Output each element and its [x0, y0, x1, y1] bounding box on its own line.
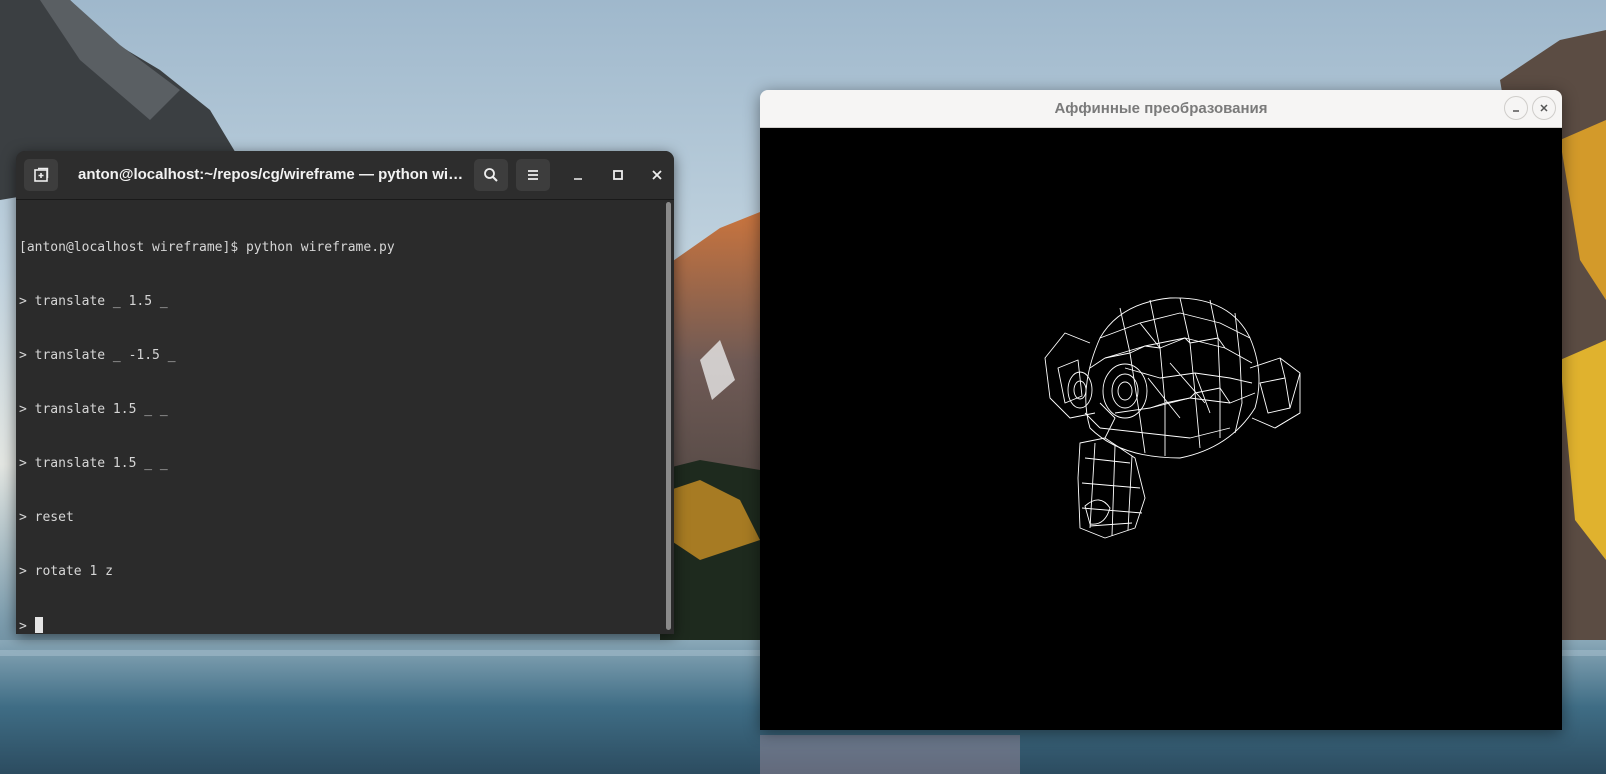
terminal-window: anton@localhost:~/repos/cg/wireframe — p… — [16, 151, 674, 634]
minimize-icon — [1513, 110, 1519, 112]
terminal-line: > rotate 1 z — [19, 564, 113, 579]
close-button[interactable] — [644, 163, 670, 187]
terminal-line: > translate _ 1.5 _ — [19, 294, 168, 309]
minimize-icon — [574, 178, 582, 180]
terminal-title: anton@localhost:~/repos/cg/wireframe — p… — [78, 166, 464, 183]
terminal-headerbar: anton@localhost:~/repos/cg/wireframe — p… — [16, 151, 674, 200]
maximize-icon — [613, 170, 623, 180]
wireframe-model — [1044, 297, 1301, 539]
terminal-line: > translate _ -1.5 _ — [19, 348, 176, 363]
terminal-scrollbar[interactable] — [666, 202, 671, 630]
viewer-headerbar: Аффинные преобразования — [760, 90, 1562, 128]
new-tab-icon — [34, 167, 49, 182]
terminal-output[interactable]: [anton@localhost wireframe]$ python wire… — [16, 200, 664, 634]
menu-button[interactable] — [516, 159, 550, 191]
close-icon — [652, 170, 662, 180]
text-cursor — [34, 617, 43, 633]
terminal-line: > translate 1.5 _ _ — [19, 456, 168, 471]
search-button[interactable] — [474, 159, 508, 191]
maximize-button[interactable] — [605, 163, 631, 187]
terminal-prompt: > — [19, 619, 35, 634]
hamburger-menu-icon — [528, 170, 538, 180]
terminal-line: > translate 1.5 _ _ — [19, 402, 168, 417]
minimize-button[interactable] — [565, 163, 591, 187]
new-tab-button[interactable] — [24, 159, 58, 191]
viewer-title: Аффинные преобразования — [1054, 100, 1268, 117]
terminal-line: > reset — [19, 510, 74, 525]
close-icon — [1540, 104, 1548, 112]
viewer-minimize-button[interactable] — [1504, 96, 1528, 120]
terminal-line: [anton@localhost wireframe]$ python wire… — [19, 240, 395, 255]
search-icon — [484, 168, 498, 182]
terminal-prompt-line[interactable]: > — [19, 617, 664, 634]
viewer-close-button[interactable] — [1532, 96, 1556, 120]
render-canvas[interactable] — [760, 128, 1562, 730]
viewer-window: Аффинные преобразования — [760, 90, 1562, 730]
